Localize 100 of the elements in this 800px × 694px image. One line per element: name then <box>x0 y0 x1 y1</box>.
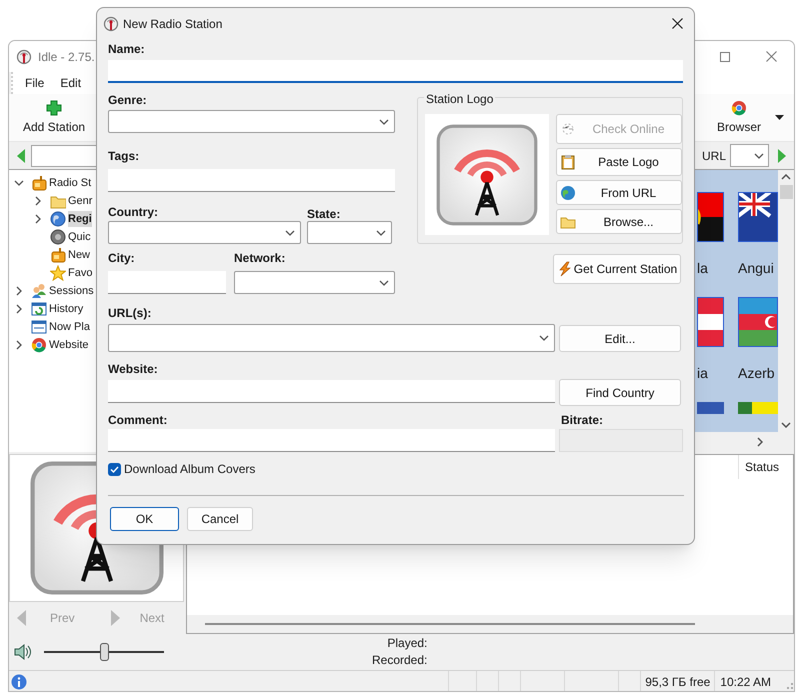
prev-icon <box>17 610 26 626</box>
chevron-down-icon <box>379 116 389 126</box>
tree-item[interactable]: Regi <box>68 211 92 227</box>
url-label: URL <box>702 148 726 164</box>
paste-logo-button[interactable]: Paste Logo <box>556 148 682 176</box>
field-label: Name: <box>108 42 146 56</box>
tree-item[interactable]: History <box>49 301 84 317</box>
checkbox-label: Download Album Covers <box>124 461 256 478</box>
flag-icon <box>738 192 778 242</box>
tree-item[interactable]: New <box>68 247 90 263</box>
station-logo-icon <box>434 122 540 228</box>
checkmark-icon <box>110 464 119 474</box>
app-icon <box>103 16 119 32</box>
comment-field[interactable] <box>108 429 555 452</box>
recorded-label: Recorded: <box>372 652 428 669</box>
free-space-text: 95,3 ГБ free <box>640 670 714 691</box>
city-field[interactable] <box>108 271 226 294</box>
find-country-button[interactable]: Find Country <box>559 379 681 406</box>
flag-label[interactable]: ia <box>697 347 738 402</box>
country-dropdown[interactable] <box>108 221 301 244</box>
next-icon <box>110 610 120 626</box>
scrollbar-thumb[interactable] <box>780 185 792 199</box>
flag-icon <box>738 297 778 347</box>
history-icon <box>31 301 47 317</box>
tree-item[interactable]: Radio St <box>49 175 92 191</box>
name-field[interactable] <box>108 60 683 83</box>
expand-icon <box>14 340 24 350</box>
field-label: Website: <box>108 362 159 376</box>
add-station-button[interactable]: Add Station <box>15 96 94 140</box>
flag-icon <box>738 402 778 414</box>
tree-item[interactable]: Sessions <box>49 283 94 299</box>
play-arrow-icon <box>778 148 786 162</box>
clipboard-icon <box>560 154 576 170</box>
menu-item[interactable]: Edit <box>58 74 84 92</box>
genre-dropdown[interactable] <box>108 110 395 133</box>
browse-button[interactable]: Browse... <box>556 209 682 234</box>
scroll-down-icon <box>781 422 791 428</box>
field-label: Tags: <box>108 149 140 163</box>
from-url-button[interactable]: From URL <box>556 180 682 205</box>
chevron-down-icon <box>376 228 386 238</box>
flag-label[interactable]: Angui <box>738 242 778 297</box>
cancel-button[interactable]: Cancel <box>187 507 253 531</box>
tree-item[interactable]: Website <box>49 337 89 353</box>
field-label: State: <box>307 207 342 221</box>
maximize-icon <box>720 52 730 62</box>
browser-icon <box>31 337 47 353</box>
browser-button[interactable]: Browser <box>708 96 769 140</box>
close-icon <box>766 51 776 62</box>
tree-item[interactable]: Quic <box>68 229 91 245</box>
lightning-icon <box>557 261 573 277</box>
app-icon <box>16 48 32 64</box>
slider-thumb[interactable] <box>100 643 108 661</box>
flag-icon <box>697 297 724 347</box>
dropdown-arrow-icon <box>775 115 784 120</box>
checkbox[interactable] <box>108 462 121 476</box>
get-current-station-button[interactable]: Get Current Station <box>553 254 681 284</box>
tree-item[interactable]: Now Pla <box>49 319 90 335</box>
plus-icon <box>46 100 62 116</box>
edit-button[interactable]: Edit... <box>559 325 681 352</box>
window-title: Idle - 2.75. <box>38 48 95 66</box>
flag-label[interactable]: la <box>697 242 738 297</box>
state-dropdown[interactable] <box>307 221 392 244</box>
url-dropdown[interactable] <box>730 144 769 167</box>
field-label: URL(s): <box>108 306 152 320</box>
menu-item[interactable]: File <box>23 74 46 92</box>
tree-item[interactable]: Favo <box>68 265 92 281</box>
scrollbar-thumb[interactable] <box>205 623 695 625</box>
field-label: City: <box>108 251 136 265</box>
horizontal-scrollbar[interactable] <box>187 615 793 633</box>
scroll-right-icon <box>757 437 763 447</box>
tags-field[interactable] <box>108 169 395 192</box>
speaker-icon <box>14 643 32 661</box>
url-dropdown[interactable] <box>108 324 555 352</box>
collapse-icon <box>14 178 24 188</box>
star-icon <box>50 265 66 281</box>
globe-icon <box>50 211 66 227</box>
ok-button[interactable]: OK <box>110 507 179 531</box>
column-header[interactable]: Status <box>738 455 793 479</box>
chevron-down-icon <box>539 333 549 343</box>
played-label: Played: <box>387 635 428 652</box>
volume-slider[interactable] <box>44 642 164 662</box>
info-icon <box>11 674 27 690</box>
field-label: Genre: <box>108 93 148 107</box>
field-label: Network: <box>234 251 286 265</box>
website-field[interactable] <box>108 380 555 403</box>
chevron-down-icon <box>379 278 389 288</box>
podcast-icon <box>50 229 66 245</box>
clock-text: 10:22 AM <box>714 670 776 691</box>
radio-icon <box>31 175 47 191</box>
flag-label[interactable]: Azerb <box>738 347 778 402</box>
browser-icon <box>730 100 747 116</box>
network-dropdown[interactable] <box>234 271 395 294</box>
window-icon <box>31 319 47 335</box>
tree-item[interactable]: Genr <box>68 193 92 209</box>
flag-icon <box>697 402 724 414</box>
people-icon <box>31 283 47 299</box>
field-label: Country: <box>108 205 159 219</box>
chevron-down-icon <box>754 150 764 160</box>
flag-icon <box>697 192 724 242</box>
globe-icon <box>560 184 576 200</box>
